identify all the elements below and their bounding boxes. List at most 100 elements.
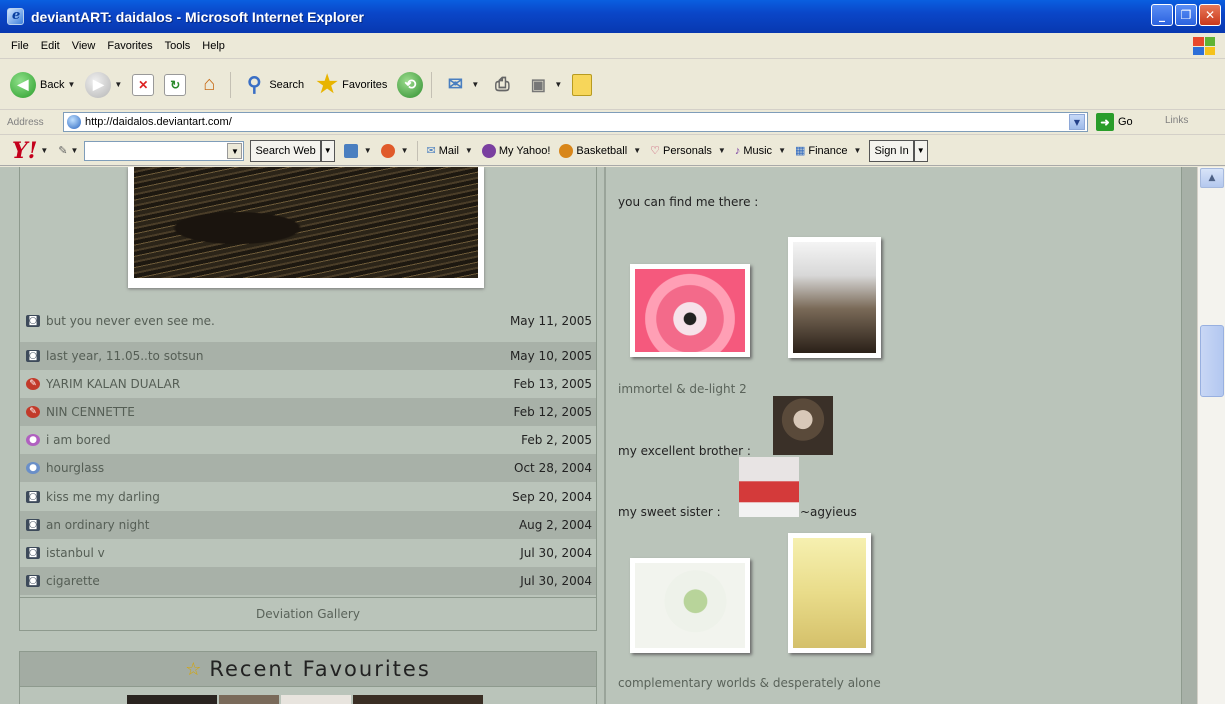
deviation-title[interactable]: i am bored xyxy=(46,433,111,447)
brother-avatar[interactable] xyxy=(773,396,833,455)
search-button[interactable]: ⚲ Search xyxy=(241,72,304,98)
mail-icon: ✉ xyxy=(447,74,463,94)
yahoo-logo[interactable]: Y! xyxy=(12,138,37,164)
favorites-star-icon: ★ xyxy=(316,71,338,98)
deviation-row[interactable]: ◙ cigarette Jul 30, 2004 xyxy=(20,567,596,595)
address-dropdown-icon[interactable]: ▼ xyxy=(1069,114,1085,130)
complementary-worlds-thumbnail[interactable] xyxy=(630,558,750,653)
maximize-button[interactable]: ❐ xyxy=(1175,4,1197,26)
deviation-row[interactable]: ✎ NIN CENNETTE Feb 12, 2005 xyxy=(20,398,596,426)
go-button[interactable]: ➜ Go xyxy=(1096,113,1133,131)
deviation-title[interactable]: but you never even see me. xyxy=(46,314,215,328)
deviation-row[interactable]: ◙ kiss me my darling Sep 20, 2004 xyxy=(20,483,596,511)
favourite-thumbnail[interactable] xyxy=(353,695,483,704)
favourite-thumbnail[interactable] xyxy=(219,695,279,704)
deviation-title[interactable]: NIN CENNETTE xyxy=(46,405,135,419)
basketball-icon xyxy=(559,143,574,158)
back-button[interactable]: ◀ Back ▼ xyxy=(10,71,75,98)
highlighter-button[interactable]: ▼ xyxy=(343,143,372,158)
deviation-title[interactable]: kiss me my darling xyxy=(46,490,160,504)
sister-name-link[interactable]: ~agyieus xyxy=(800,505,857,519)
mail-dropdown-icon[interactable]: ▼ xyxy=(471,80,479,89)
deviation-date: Feb 13, 2005 xyxy=(513,377,593,391)
deviation-title[interactable]: cigarette xyxy=(46,574,100,588)
finance-button[interactable]: ▦ Finance ▼ xyxy=(795,144,861,158)
camera-icon: ◙ xyxy=(26,315,40,327)
deviation-title[interactable]: last year, 11.05..to sotsun xyxy=(46,349,203,363)
home-button[interactable]: ⌂ xyxy=(196,72,222,98)
music-icon: ♪ xyxy=(734,144,741,157)
yahoo-mail-button[interactable]: ✉ Mail ▼ xyxy=(426,144,473,158)
yahoo-search-dropdown-icon[interactable]: ▼ xyxy=(227,142,243,159)
deviation-row[interactable]: ◙ but you never even see me. May 11, 200… xyxy=(20,307,596,335)
page-content: ◙ but you never even see me. May 11, 200… xyxy=(0,167,1225,704)
basketball-button[interactable]: Basketball ▼ xyxy=(559,143,641,158)
vertical-scrollbar[interactable]: ▲ xyxy=(1197,167,1225,704)
deviation-row[interactable]: ◙ istanbul v Jul 30, 2004 xyxy=(20,539,596,567)
featured-deviation-image[interactable] xyxy=(128,167,484,288)
deviation-gallery-link[interactable]: Deviation Gallery xyxy=(20,597,596,630)
desperately-alone-thumbnail[interactable] xyxy=(788,533,871,653)
address-input[interactable]: http://daidalos.deviantart.com/ ▼ xyxy=(63,112,1088,132)
history-button[interactable]: ⟲ xyxy=(397,71,424,98)
links-button[interactable]: Links xyxy=(1165,115,1188,126)
notes-button[interactable] xyxy=(572,73,593,96)
deviation-title[interactable]: an ordinary night xyxy=(46,518,149,532)
literature-icon: ✎ xyxy=(26,378,40,390)
envelope-icon: ✉ xyxy=(426,145,436,157)
forward-dropdown-icon[interactable]: ▼ xyxy=(114,80,122,89)
personals-button[interactable]: ♡ Personals ▼ xyxy=(650,144,726,158)
deviation-row[interactable]: ◙ last year, 11.05..to sotsun May 10, 20… xyxy=(20,342,596,370)
caption-complementary[interactable]: complementary worlds & desperately alone xyxy=(618,676,881,690)
search-web-dropdown-icon[interactable]: ▼ xyxy=(320,139,335,162)
menu-view[interactable]: View xyxy=(72,40,96,52)
de-light-thumbnail[interactable] xyxy=(788,237,881,358)
deviation-title[interactable]: hourglass xyxy=(46,461,104,475)
pencil-icon[interactable]: ✎ xyxy=(58,144,67,157)
music-button[interactable]: ♪ Music ▼ xyxy=(735,145,786,157)
deviation-row[interactable]: ✎ YARIM KALAN DUALAR Feb 13, 2005 xyxy=(20,370,596,398)
search-web-button[interactable]: Search Web xyxy=(250,139,321,162)
messenger-dropdown-icon[interactable]: ▼ xyxy=(554,80,562,89)
yahoo-menu-dropdown-icon[interactable]: ▼ xyxy=(40,146,48,155)
favourite-thumbnail[interactable] xyxy=(127,695,217,704)
messenger-button[interactable]: ▣ ▼ xyxy=(525,72,562,98)
sign-in-dropdown-icon[interactable]: ▼ xyxy=(913,139,928,162)
deviation-date: May 11, 2005 xyxy=(509,314,592,328)
back-dropdown-icon[interactable]: ▼ xyxy=(67,80,75,89)
forward-button[interactable]: ▶ ▼ xyxy=(85,71,122,98)
personals-icon: ♡ xyxy=(650,145,660,157)
favorites-button[interactable]: ★ Favorites xyxy=(314,71,387,98)
pencil-dropdown-icon[interactable]: ▼ xyxy=(71,146,79,155)
scrollbar-thumb[interactable] xyxy=(1200,325,1224,397)
menu-help[interactable]: Help xyxy=(202,40,225,52)
deviation-row[interactable]: ● i am bored Feb 2, 2005 xyxy=(20,426,596,454)
favourite-thumbnail[interactable] xyxy=(281,695,351,704)
deviation-title[interactable]: istanbul v xyxy=(46,546,105,560)
yahoo-search-input[interactable]: ▼ xyxy=(84,140,245,161)
sign-in-button[interactable]: Sign In xyxy=(869,139,914,162)
minimize-button[interactable]: _ xyxy=(1151,4,1173,26)
find-me-text: you can find me there : xyxy=(618,195,759,209)
caption-immortel[interactable]: immortel & de-light 2 xyxy=(618,382,747,396)
my-yahoo-button[interactable]: My Yahoo! xyxy=(481,143,550,158)
menu-favorites[interactable]: Favorites xyxy=(107,40,152,52)
refresh-button[interactable]: ↻ xyxy=(164,73,187,96)
address-label: Address xyxy=(7,116,44,128)
close-button[interactable]: ✕ xyxy=(1199,4,1221,26)
menu-file[interactable]: File xyxy=(11,40,29,52)
print-button[interactable]: ⎙ xyxy=(489,72,515,98)
mail-button[interactable]: ✉ ▼ xyxy=(442,72,479,98)
menu-tools[interactable]: Tools xyxy=(165,40,191,52)
scroll-up-icon[interactable]: ▲ xyxy=(1200,168,1224,188)
deviation-title[interactable]: YARIM KALAN DUALAR xyxy=(46,377,180,391)
deviation-row[interactable]: ● hourglass Oct 28, 2004 xyxy=(20,454,596,482)
sister-avatar[interactable] xyxy=(739,457,799,517)
paint-icon: ● xyxy=(26,434,40,446)
popup-blocker-button[interactable]: ▼ xyxy=(380,143,409,158)
menu-edit[interactable]: Edit xyxy=(41,40,60,52)
stop-button[interactable]: ✕ xyxy=(132,73,155,96)
deviation-row[interactable]: ◙ an ordinary night Aug 2, 2004 xyxy=(20,511,596,539)
address-url[interactable]: http://daidalos.deviantart.com/ xyxy=(85,116,232,128)
immortel-thumbnail[interactable] xyxy=(630,264,750,357)
